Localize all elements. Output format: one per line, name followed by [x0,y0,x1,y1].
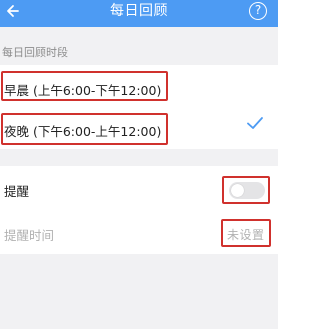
help-button[interactable]: ? [249,2,267,20]
top-bar: 每日回顾 ? [0,0,278,27]
highlight-box-morning [1,71,168,101]
highlight-box-evening [1,113,168,145]
highlight-box-toggle [222,176,270,204]
section-header: 每日回顾时段 [0,27,278,65]
page-title: 每日回顾 [110,3,168,19]
daily-review-screen: 每日回顾 ? 每日回顾时段 早晨 (上午6:00-下午12:00) 夜晚 (下午… [0,0,278,329]
checkmark-icon [247,117,263,129]
section-label: 每日回顾时段 [2,46,68,59]
highlight-box-unset [221,219,271,247]
reminder-label: 提醒 [4,184,30,199]
empty-area [0,254,278,329]
section-gap [0,149,278,166]
reminder-time-label: 提醒时间 [4,228,55,243]
